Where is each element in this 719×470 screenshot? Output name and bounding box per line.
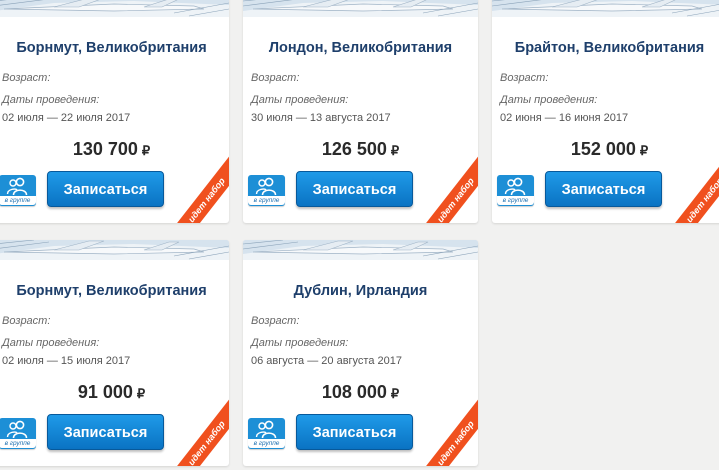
age-label: Возраст: — [251, 72, 300, 84]
ruble-icon: ₽ — [390, 386, 400, 401]
group-label: в группе — [0, 196, 36, 205]
price: 126 500 ₽ — [243, 139, 478, 160]
tour-title[interactable]: Борнмут, Великобритания — [0, 283, 229, 299]
dates-label: Даты проведения: — [251, 94, 349, 106]
group-badge: в группе — [0, 418, 36, 449]
price-value: 91 000 — [77, 382, 133, 402]
card-banner — [0, 0, 229, 17]
age-label: Возраст: — [2, 72, 51, 84]
signup-button[interactable]: Записаться — [47, 171, 164, 207]
signup-button[interactable]: Записаться — [545, 171, 662, 207]
age-label: Возраст: — [500, 72, 549, 84]
airplane-banner-image — [492, 0, 719, 17]
dates-value: 30 июля — 13 августа 2017 — [251, 112, 391, 124]
tour-title[interactable]: Брайтон, Великобритания — [492, 40, 719, 56]
price-value: 152 000 — [570, 139, 636, 159]
group-badge: в группе — [248, 418, 285, 449]
dates-label: Даты проведения: — [2, 337, 100, 349]
card-banner — [243, 0, 478, 17]
price: 130 700 ₽ — [0, 139, 229, 160]
tour-title[interactable]: Дублин, Ирландия — [243, 283, 478, 299]
group-people-icon — [6, 177, 28, 196]
recruiting-ribbon: идет набор — [167, 153, 229, 223]
recruiting-ribbon: идет набор — [416, 153, 478, 223]
dates-value: 02 июня — 16 июня 2017 — [500, 112, 629, 124]
card-banner — [243, 240, 478, 260]
group-people-icon — [504, 177, 526, 196]
airplane-banner-image — [243, 240, 478, 260]
price-value: 126 500 — [321, 139, 387, 159]
signup-button[interactable]: Записаться — [47, 414, 164, 450]
group-people-icon — [6, 420, 28, 439]
recruiting-ribbon: идет набор — [416, 396, 478, 466]
group-people-icon — [255, 177, 277, 196]
tour-card: Борнмут, Великобритания Возраст: Даты пров… — [0, 240, 229, 466]
signup-button[interactable]: Записаться — [296, 414, 413, 450]
group-badge: в группе — [248, 175, 285, 206]
ruble-icon: ₽ — [136, 386, 146, 401]
dates-label: Даты проведения: — [500, 94, 598, 106]
group-badge: в группе — [0, 175, 36, 206]
age-label: Возраст: — [251, 315, 300, 327]
price: 108 000 ₽ — [243, 382, 478, 403]
group-label: в группе — [0, 439, 36, 448]
price-value: 108 000 — [321, 382, 387, 402]
tour-title[interactable]: Борнмут, Великобритания — [0, 40, 229, 56]
age-label: Возраст: — [2, 315, 51, 327]
group-label: в группе — [497, 196, 534, 205]
tour-title[interactable]: Лондон, Великобритания — [243, 40, 478, 56]
group-badge: в группе — [497, 175, 534, 206]
airplane-banner-image — [243, 0, 478, 17]
card-banner — [0, 240, 229, 260]
recruiting-ribbon: идет набор — [665, 153, 719, 223]
price: 152 000 ₽ — [492, 139, 719, 160]
dates-value: 02 июля — 15 июля 2017 — [2, 355, 131, 367]
recruiting-ribbon: идет набор — [167, 396, 229, 466]
ruble-icon: ₽ — [141, 143, 151, 158]
tour-card: Дублин, Ирландия Возраст: Даты проведения:… — [243, 240, 478, 466]
dates-label: Даты проведения: — [251, 337, 349, 349]
dates-value: 02 июля — 22 июля 2017 — [2, 112, 131, 124]
signup-button[interactable]: Записаться — [296, 171, 413, 207]
price: 91 000 ₽ — [0, 382, 229, 403]
ruble-icon: ₽ — [390, 143, 400, 158]
group-label: в группе — [248, 196, 285, 205]
airplane-banner-image — [0, 240, 229, 260]
dates-value: 06 августа — 20 августа 2017 — [251, 355, 402, 367]
group-people-icon — [255, 420, 277, 439]
price-value: 130 700 — [72, 139, 138, 159]
group-label: в группе — [248, 439, 285, 448]
dates-label: Даты проведения: — [2, 94, 100, 106]
airplane-banner-image — [0, 0, 229, 17]
card-banner — [492, 0, 719, 17]
tour-card: Брайтон, Великобритания Возраст: Даты пров… — [492, 0, 719, 223]
tour-card: Борнмут, Великобритания Возраст: Даты пров… — [0, 0, 229, 223]
tour-card: Лондон, Великобритания Возраст: Даты прове… — [243, 0, 478, 223]
ruble-icon: ₽ — [639, 143, 649, 158]
